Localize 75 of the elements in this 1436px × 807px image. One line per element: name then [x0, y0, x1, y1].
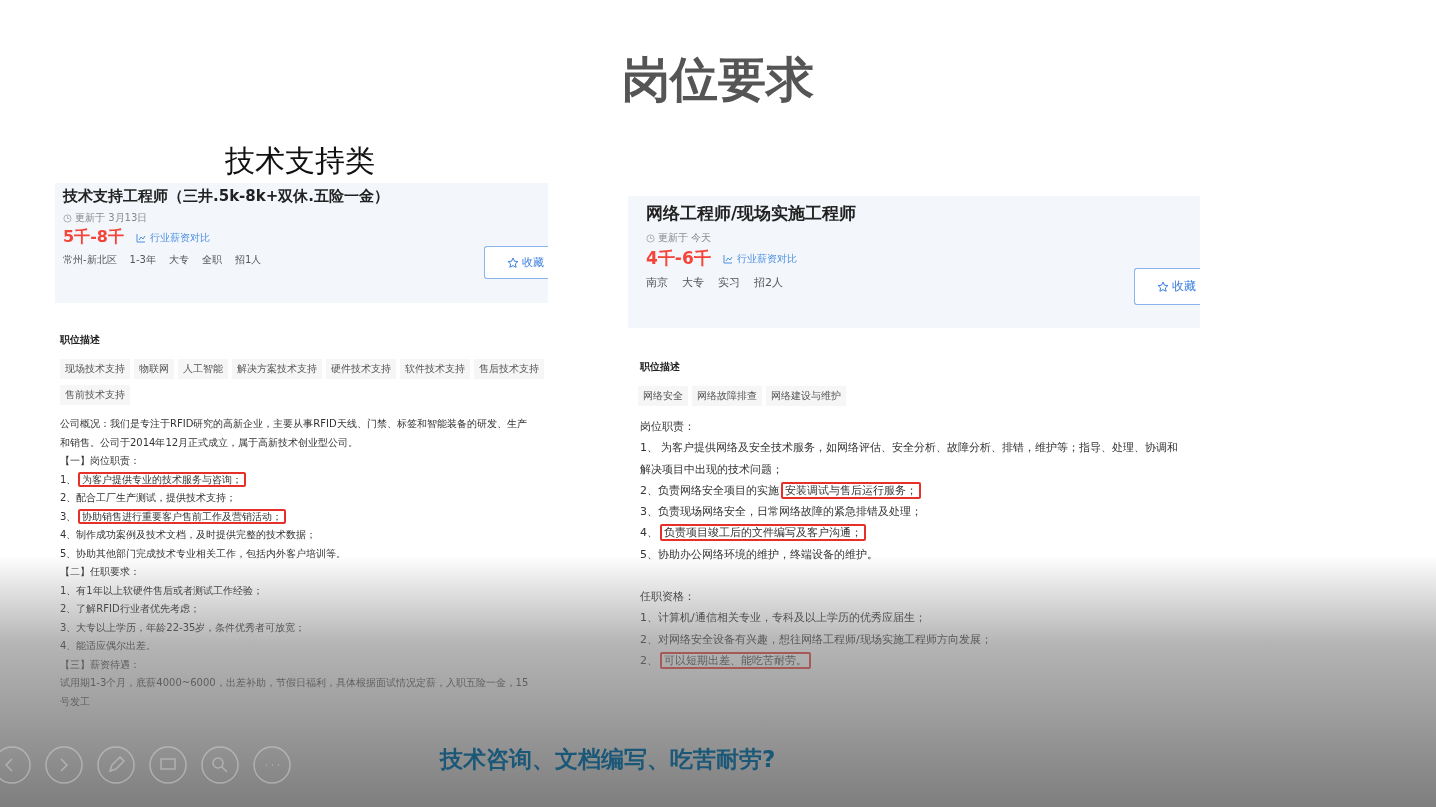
skill-tag: 现场技术支持 [60, 359, 130, 379]
list-number: 4、 [640, 526, 658, 540]
description-line: 2、对网络安全设备有兴趣，想往网络工程师/现场实施工程师方向发展； [640, 631, 993, 648]
chart-icon [135, 232, 146, 243]
description-line: 4、能适应偶尔出差。 [60, 639, 158, 653]
update-time: 更新于 3月13日 [75, 211, 148, 225]
skill-tag: 网络故障排查 [692, 386, 762, 406]
job-attribute: 常州-新北区 [63, 253, 117, 267]
job-attribute: 招1人 [234, 253, 262, 267]
description-line: 1、 为客户提供网络及安全技术服务，如网络评估、安全分析、故障分析、排错，维护等；指导、处理、协调和解决项目中出现的技术问题； [640, 440, 1180, 478]
skill-tag: 人工智能 [178, 359, 228, 379]
star-icon [507, 256, 519, 269]
description-line: 【三】薪资待遇： [60, 657, 141, 672]
more-icon[interactable] [252, 745, 292, 785]
skill-tag: 网络建设与维护 [766, 386, 846, 406]
previous-icon[interactable] [0, 745, 32, 785]
description-line: 1、计算机/通信相关专业，专科及以上学历的优秀应届生； [640, 610, 927, 627]
skill-tag: 售前技术支持 [60, 385, 130, 405]
skill-tag: 硬件技术支持 [326, 359, 396, 379]
highlighted-text: 安装调试与售后运行服务； [781, 481, 921, 499]
skill-tag: 软件技术支持 [400, 359, 470, 379]
section-heading: 职位描述 [640, 360, 681, 374]
job-attribute: 大专 [168, 253, 189, 267]
list-number: 2、 [640, 653, 658, 667]
highlighted-text: 为客户提供专业的技术服务与咨询； [78, 471, 247, 487]
description-line: 【二】任职要求： [60, 565, 141, 579]
highlighted-text: 负责项目竣工后的文件编写及客户沟通； [660, 524, 866, 542]
skill-tag: 售后技术支持 [474, 359, 544, 379]
slide-title: 岗位要求 [621, 50, 815, 106]
description-line: 【一】岗位职责： [60, 454, 141, 468]
job-title: 网络工程师/现场实施工程师 [646, 202, 858, 225]
favorite-button[interactable]: 收藏 [1134, 268, 1200, 305]
salary-range: 4千-6千 [646, 247, 711, 270]
description-line: 公司概况：我们是专注于RFID研究的高新企业，主要从事RFID天线、门禁、标签和智能装备的研发、生产和销售。公司于2014年12月正式成立，属于高新技术创业型公司。 [60, 417, 528, 450]
clock-icon [646, 233, 655, 243]
next-icon[interactable] [44, 745, 84, 785]
skill-tag: 物联网 [134, 359, 174, 379]
description-line: 任职资格： [640, 589, 696, 606]
description-line: 岗位职责： [640, 419, 696, 435]
favorite-button[interactable]: 收藏 [484, 246, 548, 279]
chart-icon [722, 253, 733, 264]
skill-tag: 解决方案技术支持 [232, 359, 322, 379]
update-time: 更新于 今天 [658, 231, 712, 245]
slide-subtitle: 技术支持类 [225, 142, 376, 180]
description-line: 3、大专以上学历，年龄22-35岁，条件优秀者可放宽； [60, 620, 307, 635]
highlighted-text: 协助销售进行重要客户售前工作及营销活动； [78, 508, 287, 524]
salary-compare-link[interactable]: 行业薪资对比 [135, 230, 210, 245]
job-attribute: 大专 [682, 275, 704, 290]
salary-range: 5千-8千 [63, 227, 124, 248]
description-line: 2、配合工厂生产测试，提供技术支持； [60, 491, 238, 505]
slide-caption: 技术咨询、文档编写、吃苦耐劳? [440, 745, 776, 774]
description-line: 3、负责现场网络安全，日常网络故障的紧急排错及处理； [640, 504, 923, 521]
pen-icon[interactable] [96, 745, 136, 785]
job-attribute: 实习 [718, 275, 740, 290]
slides-icon[interactable] [148, 745, 188, 785]
search-icon[interactable] [200, 745, 240, 785]
list-number: 3、 [60, 510, 77, 522]
description-line: 4、制作成功案例及技术文档，及时提供完整的技术数据； [60, 528, 318, 542]
list-number: 1、 [60, 473, 77, 485]
section-heading: 职位描述 [60, 333, 101, 347]
highlighted-text: 可以短期出差、能吃苦耐劳。 [660, 651, 811, 669]
list-number: 2、负责网络安全项目的实施 [640, 483, 779, 497]
star-icon [1157, 280, 1169, 293]
salary-compare-link[interactable]: 行业薪资对比 [722, 251, 797, 266]
clock-icon [63, 213, 72, 223]
job-attribute: 1-3年 [129, 253, 156, 267]
job-attribute: 南京 [646, 275, 668, 290]
job-attribute: 全职 [201, 253, 222, 267]
job-attribute: 招2人 [754, 275, 783, 290]
description-line: 5、协助办公网络环境的维护，终端设备的维护。 [640, 546, 879, 563]
description-line: 2、了解RFID行业者优先考虑； [60, 602, 201, 616]
job-title: 技术支持工程师（三井.5k-8k+双休.五险一金） [63, 187, 390, 206]
description-line: 5、协助其他部门完成技术专业相关工作，包括内外客户培训等。 [60, 546, 348, 561]
skill-tag: 网络安全 [638, 386, 688, 406]
description-line: 1、有1年以上软硬件售后或者测试工作经验； [60, 583, 264, 598]
